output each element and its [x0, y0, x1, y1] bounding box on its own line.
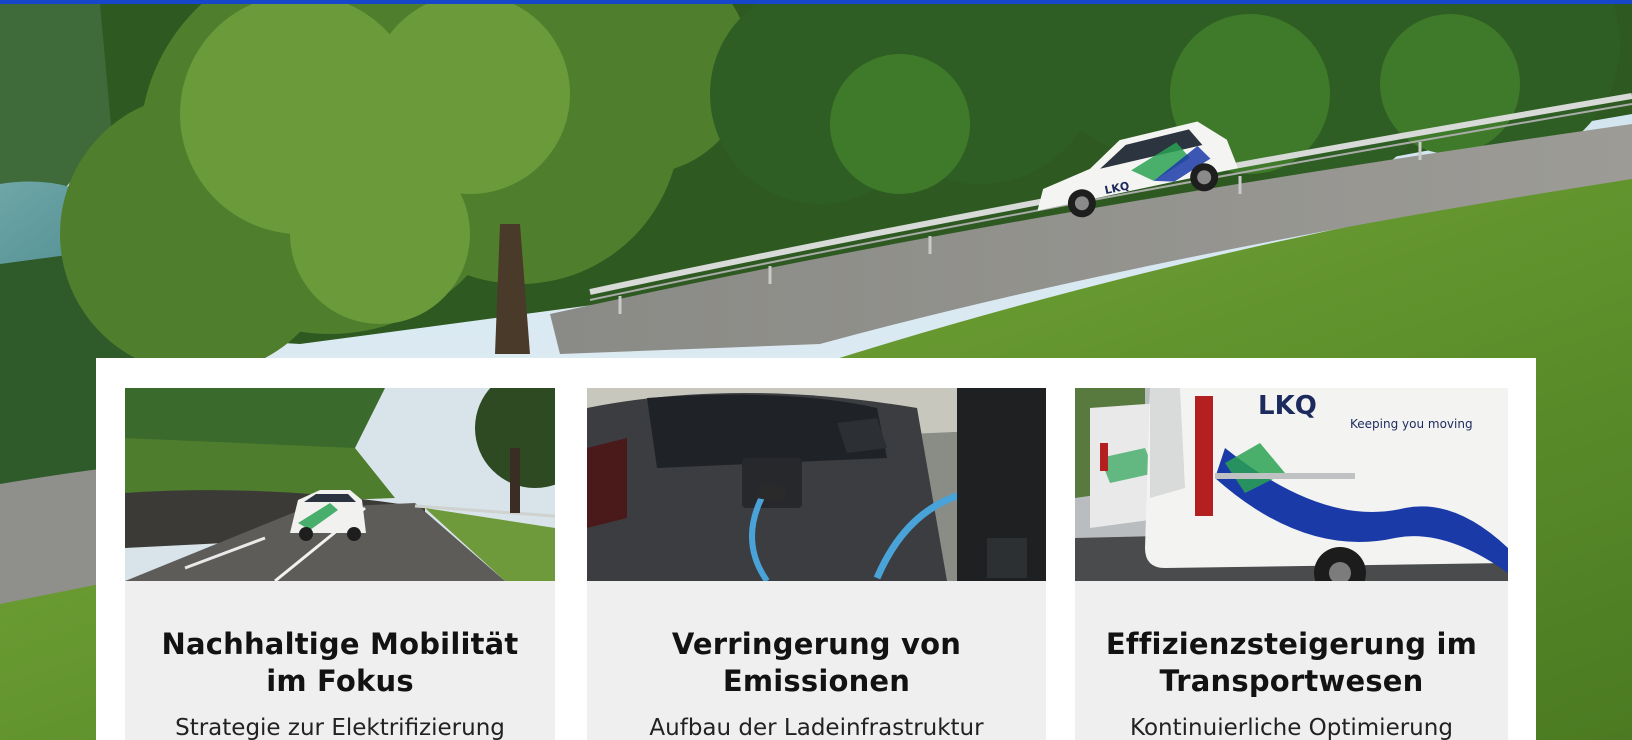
feature-card-efficiency[interactable]: LKQ Keeping you moving Effizienzsteigeru… [1075, 388, 1508, 740]
top-accent-bar [0, 0, 1632, 4]
card-text: Aufbau der Ladeinfrastruktur [649, 715, 984, 740]
card-image-lakeside-road [125, 388, 555, 581]
card-title: Nachhaltige Mobilität im Fokus [161, 627, 519, 698]
card-title: Verringerung von Emissionen [671, 627, 962, 698]
card-text: Kontinuierliche Optimierung [1130, 715, 1453, 740]
feature-card-mobility[interactable]: Nachhaltige Mobilität im Fokus Strategie … [125, 388, 555, 740]
card-text: Strategie zur Elektrifizierung [175, 715, 505, 740]
card-image-slogan: Keeping you moving [1350, 417, 1473, 431]
feature-panel: Nachhaltige Mobilität im Fokus Strategie … [96, 358, 1536, 740]
feature-card-emissions[interactable]: Verringerung von Emissionen Aufbau der La… [587, 388, 1046, 740]
card-image-ev-charging [587, 388, 1046, 581]
card-title: Effizienzsteigerung im Transportwesen [1105, 627, 1478, 698]
card-image-lkq-logo: LKQ [1258, 391, 1317, 421]
card-image-lkq-vans: LKQ Keeping you moving [1075, 388, 1508, 581]
